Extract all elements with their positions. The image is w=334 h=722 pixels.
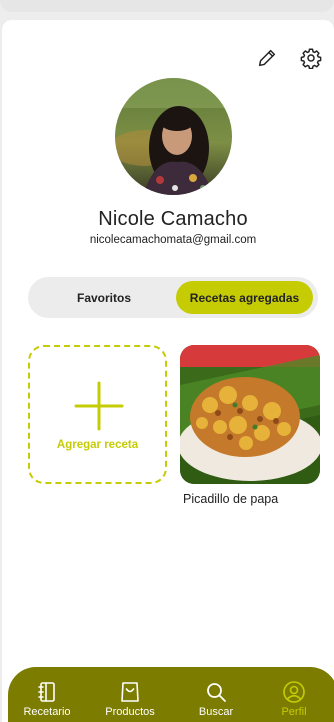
profile-email: nicolecamachomata@gmail.com: [89, 234, 257, 246]
add-recipe-label: Agregar receta: [56, 439, 139, 451]
recipe-title[interactable]: Picadillo de papa: [183, 492, 278, 506]
nav-productos-label: Productos: [105, 706, 155, 718]
avatar: [115, 78, 232, 195]
nav-perfil-label: Perfil: [281, 706, 307, 718]
tab-favorites[interactable]: Favoritos: [34, 281, 174, 314]
bottom-nav: Recetario Productos Buscar Perfil: [8, 667, 334, 722]
user-circle-icon: [283, 681, 305, 703]
nav-recetario-label: Recetario: [23, 706, 71, 718]
nav-recetario[interactable]: Recetario: [13, 667, 81, 722]
plus-icon: [74, 381, 124, 431]
nav-buscar[interactable]: Buscar: [182, 667, 250, 722]
profile-tabs: Favoritos Recetas agregadas: [28, 277, 318, 318]
nav-productos[interactable]: Productos: [96, 667, 164, 722]
edit-profile-button[interactable]: [254, 45, 280, 71]
gear-icon: [300, 48, 322, 69]
recipe-card-image[interactable]: [180, 345, 320, 484]
tab-added-recipes[interactable]: Recetas agregadas: [176, 281, 313, 314]
pencil-icon: [258, 49, 276, 67]
shopping-bag-icon: [121, 682, 139, 702]
search-icon: [207, 683, 226, 702]
add-recipe-card[interactable]: Agregar receta: [28, 345, 167, 484]
nav-perfil[interactable]: Perfil: [260, 667, 328, 722]
notebook-icon: [38, 682, 55, 702]
top-strip: [0, 0, 334, 12]
settings-button[interactable]: [298, 45, 324, 71]
nav-buscar-label: Buscar: [198, 706, 234, 718]
profile-name: Nicole Camacho: [98, 208, 248, 230]
